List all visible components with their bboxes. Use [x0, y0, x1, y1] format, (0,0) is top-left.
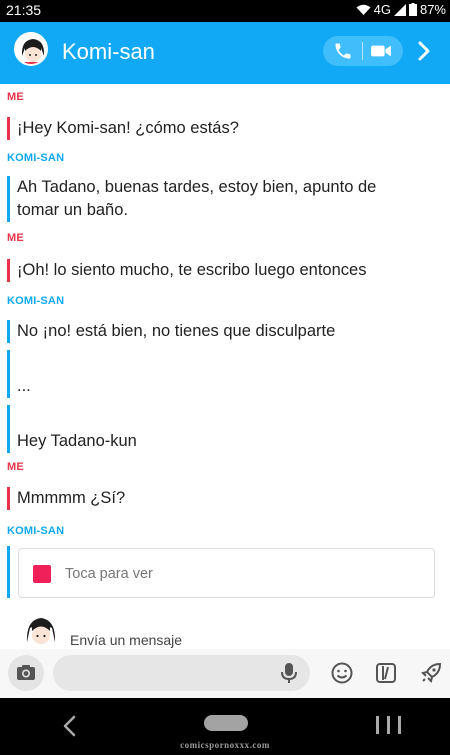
message-bubble[interactable]: ¡Hey Komi-san! ¿cómo estás?: [7, 117, 239, 140]
message-bubble[interactable]: Ah Tadano, buenas tardes, estoy bien, ap…: [7, 176, 376, 222]
composer-hint: Envía un mensaje: [70, 632, 183, 648]
battery-level: 87%: [419, 2, 446, 17]
sender-label: KOMI-SAN: [7, 152, 65, 164]
video-camera-icon[interactable]: [370, 42, 392, 60]
sender-label: ME: [7, 91, 24, 103]
snap-square-icon: [33, 565, 51, 583]
watermark: comicspornoxxx.com: [180, 740, 270, 750]
sender-label: ME: [7, 232, 24, 244]
battery-icon: [408, 3, 417, 16]
signal-icon: [393, 3, 406, 16]
sender-label: KOMI-SAN: [7, 525, 65, 537]
snap-card[interactable]: Toca para ver: [18, 548, 435, 598]
snap-label: Toca para ver: [65, 566, 153, 582]
bitmoji-avatar[interactable]: [22, 612, 60, 649]
message-bubble[interactable]: Mmmmm ¿Sí?: [7, 487, 125, 510]
divider: [362, 42, 363, 60]
status-bar: 21:35 4G 87%: [0, 0, 450, 22]
wifi-icon: [356, 4, 371, 15]
contact-avatar[interactable]: [14, 32, 48, 66]
back-icon[interactable]: [58, 714, 82, 738]
smiley-icon[interactable]: [330, 661, 354, 685]
bitmoji-icon: [22, 612, 60, 649]
home-button[interactable]: [204, 715, 248, 731]
chevron-right-icon[interactable]: [414, 39, 434, 63]
contact-name[interactable]: Komi-san: [62, 39, 155, 65]
message-text: Ah Tadano, buenas tardes, estoy bien, ap…: [17, 178, 377, 196]
status-indicators: 4G 87%: [356, 2, 446, 17]
message-text: ¡Hey Komi-san! ¿cómo estás?: [17, 119, 239, 137]
message-text: Mmmmm ¿Sí?: [17, 489, 126, 507]
message-text: Hey Tadano-kun: [17, 432, 137, 450]
message-bubble[interactable]: No ¡no! está bien, no tienes que disculp…: [7, 320, 335, 343]
message-bubble[interactable]: Hey Tadano-kun: [7, 405, 137, 453]
message-text: No ¡no! está bien, no tienes que disculp…: [17, 322, 336, 340]
message-bubble[interactable]: ¡Oh! lo siento mucho, te escribo luego e…: [7, 259, 366, 282]
network-type: 4G: [373, 2, 391, 17]
chat-area[interactable]: ME ¡Hey Komi-san! ¿cómo estás? KOMI-SAN …: [0, 84, 450, 649]
message-text: ¡Oh! lo siento mucho, te escribo luego e…: [17, 261, 367, 279]
message-composer: [0, 649, 450, 698]
recents-icon[interactable]: [374, 714, 404, 736]
message-text: ...: [17, 377, 31, 395]
status-time: 21:35: [6, 2, 42, 18]
sender-label: KOMI-SAN: [7, 295, 65, 307]
microphone-icon[interactable]: [281, 662, 297, 684]
chat-header: Komi-san: [0, 22, 450, 84]
sender-label: ME: [7, 461, 24, 473]
snap-bar: [7, 546, 17, 598]
phone-icon[interactable]: [333, 41, 353, 61]
navigation-bar: comicspornoxxx.com: [0, 698, 450, 755]
camera-icon: [17, 665, 35, 680]
message-text: tomar un baño.: [17, 201, 128, 219]
rocket-icon[interactable]: [419, 661, 443, 685]
camera-button[interactable]: [8, 655, 44, 691]
message-input[interactable]: [53, 655, 310, 691]
sticker-icon[interactable]: [374, 661, 398, 685]
bitmoji-icon: [16, 34, 46, 64]
message-bubble[interactable]: ...: [7, 350, 31, 398]
